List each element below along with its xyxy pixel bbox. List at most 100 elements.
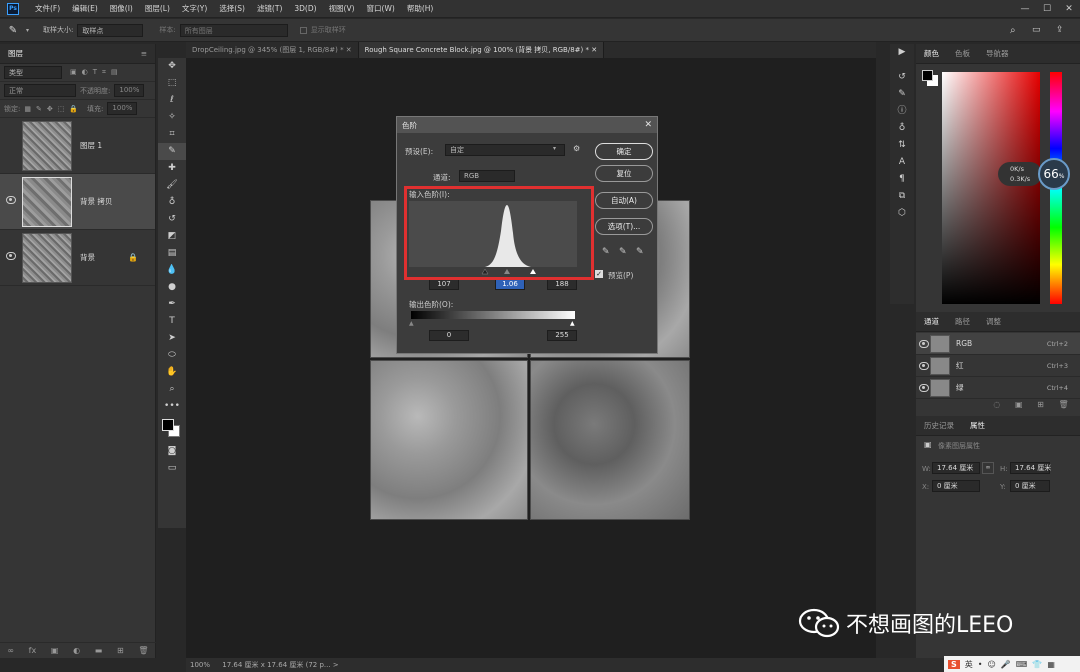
auto-button[interactable]: 自动(A) <box>595 192 653 209</box>
tab-adjustments[interactable]: 调整 <box>978 316 1009 327</box>
close-window-button[interactable]: ✕ <box>1058 0 1080 18</box>
gradient-tool-icon[interactable]: ▤ <box>158 245 186 262</box>
gray-point-eyedropper-icon[interactable]: ✎ <box>619 247 627 257</box>
layer-style-icon[interactable]: fx <box>29 646 37 655</box>
more-tools-icon[interactable]: ••• <box>158 398 186 415</box>
reset-button[interactable]: 复位 <box>595 165 653 182</box>
emoji-icon[interactable]: ☺ <box>987 660 995 669</box>
preview-checkbox[interactable]: ✓ <box>595 270 603 278</box>
tab-channels[interactable]: 通道 <box>916 316 947 327</box>
minimize-button[interactable]: — <box>1014 0 1036 18</box>
input-gamma-field[interactable]: 1.06 <box>495 279 525 290</box>
brush-settings-icon[interactable]: ✎ <box>890 86 914 103</box>
fill-field[interactable]: 100% <box>107 102 138 115</box>
white-point-eyedropper-icon[interactable]: ✎ <box>636 247 644 257</box>
tab-color[interactable]: 颜色 <box>916 48 947 59</box>
new-group-icon[interactable]: ▬ <box>95 646 103 655</box>
adjustment-layer-icon[interactable]: ◐ <box>73 646 80 655</box>
workspace-icon[interactable]: ▭ <box>1032 25 1041 35</box>
eye-icon[interactable] <box>919 384 929 392</box>
hand-tool-icon[interactable]: ✋ <box>158 364 186 381</box>
clone-stamp-tool-icon[interactable]: ♁ <box>158 194 186 211</box>
pen-tool-icon[interactable]: ✒ <box>158 296 186 313</box>
layer-thumbnail[interactable] <box>22 232 72 283</box>
save-selection-icon[interactable]: ▣ <box>1015 400 1023 409</box>
paragraph-icon[interactable]: ¶ <box>890 171 914 188</box>
marquee-tool-icon[interactable]: ⬚ <box>158 75 186 92</box>
dodge-tool-icon[interactable]: ● <box>158 279 186 296</box>
zoom-tool-icon[interactable]: ⌕ <box>158 381 186 398</box>
layer-row[interactable]: 图层 1 <box>0 118 155 174</box>
color-field[interactable] <box>942 72 1040 304</box>
show-ring-checkbox[interactable] <box>299 26 307 34</box>
magic-wand-tool-icon[interactable]: ✧ <box>158 109 186 126</box>
search-icon[interactable]: ⌕ <box>1010 25 1016 36</box>
preset-options-gear-icon[interactable]: ⚙ <box>573 144 580 153</box>
channel-row[interactable]: 绿 Ctrl+4 <box>916 377 1080 399</box>
opacity-field[interactable]: 100% <box>114 84 145 97</box>
eye-icon[interactable] <box>6 252 16 260</box>
menu-help[interactable]: 帮助(H) <box>401 3 440 14</box>
quick-mask-icon[interactable]: ◙ <box>158 443 186 460</box>
link-layers-icon[interactable]: ∞ <box>7 646 14 655</box>
levels-dialog-titlebar[interactable]: 色阶 ✕ <box>397 117 657 133</box>
output-black-slider[interactable]: ▲ <box>409 320 414 327</box>
character-icon[interactable]: A <box>890 154 914 171</box>
height-field[interactable]: 17.64 厘米 <box>1010 462 1051 474</box>
layer-thumbnail[interactable] <box>22 120 72 171</box>
play-icon[interactable]: ▶ <box>890 44 914 61</box>
output-black-field[interactable]: 0 <box>429 330 469 341</box>
fg-color-swatch[interactable] <box>922 70 933 81</box>
menu-window[interactable]: 窗口(W) <box>361 3 401 14</box>
menu-3d[interactable]: 3D(D) <box>288 4 322 13</box>
layer-name[interactable]: 背景 <box>80 252 95 263</box>
menu-layer[interactable]: 图层(L) <box>139 3 176 14</box>
layer-filter-select[interactable]: 类型 <box>4 66 62 79</box>
layer-thumbnail[interactable] <box>22 176 72 227</box>
ok-button[interactable]: 确定 <box>595 143 653 160</box>
sogou-ime-icon[interactable]: S <box>948 659 960 669</box>
history-icon[interactable]: ↺ <box>890 69 914 86</box>
layer-mask-icon[interactable]: ▣ <box>51 646 59 655</box>
width-field[interactable]: 17.64 厘米 <box>932 462 980 474</box>
shape-tool-icon[interactable]: ⬭ <box>158 347 186 364</box>
channel-row[interactable]: RGB Ctrl+2 <box>916 333 1080 355</box>
input-black-field[interactable]: 107 <box>429 279 459 290</box>
maximize-button[interactable]: ☐ <box>1036 0 1058 18</box>
output-white-field[interactable]: 255 <box>547 330 577 341</box>
panel-menu-icon[interactable]: ≡ <box>133 49 155 58</box>
keyboard-icon[interactable]: ⌨ <box>1016 660 1028 669</box>
crop-tool-icon[interactable]: ⌗ <box>158 126 186 143</box>
layer-row-selected[interactable]: 背景 拷贝 <box>0 174 155 230</box>
eyedropper-tool-icon[interactable]: ✎ <box>0 25 26 36</box>
output-white-slider[interactable]: ▲ <box>570 320 575 327</box>
input-white-field[interactable]: 188 <box>547 279 577 290</box>
brush-tool-icon[interactable]: 🖌 <box>158 177 186 194</box>
type-tool-icon[interactable]: T <box>158 313 186 330</box>
tab-dropceiling[interactable]: DropCeiling.jpg @ 345% (图层 1, RGB/8#) * … <box>186 42 359 58</box>
dialog-close-icon[interactable]: ✕ <box>644 120 652 130</box>
menu-filter[interactable]: 滤镜(T) <box>251 3 288 14</box>
history-brush-tool-icon[interactable]: ↺ <box>158 211 186 228</box>
menu-select[interactable]: 选择(S) <box>213 3 251 14</box>
link-dimensions-icon[interactable]: ∞ <box>982 462 994 474</box>
3d-icon[interactable]: ⬡ <box>890 205 914 222</box>
preset-select[interactable]: 自定 <box>445 144 565 156</box>
new-layer-icon[interactable]: ⊞ <box>117 646 124 655</box>
load-selection-icon[interactable]: ◌ <box>993 400 1000 409</box>
zoom-level[interactable]: 100% <box>190 661 210 669</box>
eraser-tool-icon[interactable]: ◩ <box>158 228 186 245</box>
delete-channel-icon[interactable]: 🗑 <box>1058 400 1068 409</box>
menu-type[interactable]: 文字(Y) <box>176 3 213 14</box>
eye-icon[interactable] <box>919 340 929 348</box>
tab-paths[interactable]: 路径 <box>947 316 978 327</box>
healing-brush-tool-icon[interactable]: ✚ <box>158 160 186 177</box>
menu-file[interactable]: 文件(F) <box>29 3 66 14</box>
eye-icon[interactable] <box>919 362 929 370</box>
tab-properties[interactable]: 属性 <box>962 420 993 431</box>
menu-image[interactable]: 图像(I) <box>104 3 139 14</box>
lock-icons[interactable]: ▦✎✥⬚🔒 <box>24 105 83 113</box>
menu-view[interactable]: 视图(V) <box>323 3 361 14</box>
y-field[interactable]: 0 厘米 <box>1010 480 1050 492</box>
info-icon[interactable]: ⓘ <box>890 103 914 120</box>
